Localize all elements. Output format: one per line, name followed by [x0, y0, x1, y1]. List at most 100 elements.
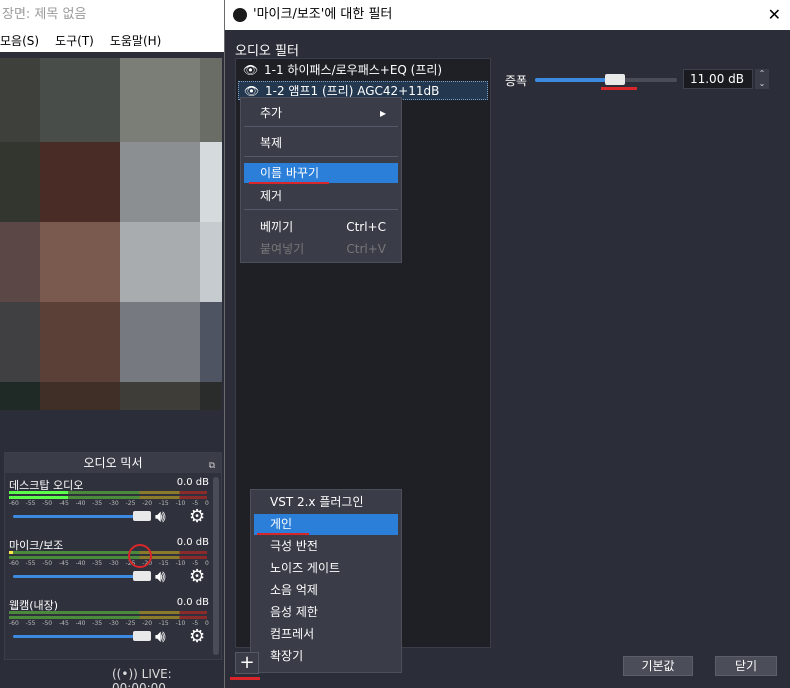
annotation-underline — [249, 182, 329, 184]
add-noise-gate[interactable]: 노이즈 게이트 — [254, 558, 398, 579]
meter-bar-left — [9, 611, 207, 614]
meter-scale: -60 -55 -50 -45 -40 -35 -30 -25 -20 -15 … — [9, 560, 209, 567]
annotation-underline — [257, 533, 309, 535]
add-filter-menu: VST 2.x 플러그인 게인 극성 반전 노이즈 게이트 소음 억제 음성 제… — [250, 489, 402, 673]
scale-tick: -30 — [108, 620, 119, 627]
speaker-icon[interactable]: 🔊︎ — [155, 627, 166, 647]
context-copy[interactable]: 베끼기 Ctrl+C — [244, 217, 398, 237]
scale-tick: -60 — [9, 500, 19, 507]
filter-dialog: '마이크/보조'에 대한 필터 ✕ 오디오 필터 👁︎ 1-1 하이패스/로우패… — [224, 0, 790, 688]
volume-slider-handle[interactable] — [133, 631, 151, 641]
chevron-up-icon[interactable]: ⌃ — [755, 69, 769, 79]
scale-tick: -35 — [92, 620, 103, 627]
scale-tick: -45 — [58, 560, 69, 567]
preview-block — [40, 302, 120, 382]
meter-fill — [9, 491, 69, 494]
filter-list[interactable]: 👁︎ 1-1 하이패스/로우패스+EQ (프리) 👁︎ 1-2 앰프1 (프리)… — [235, 58, 491, 673]
preview-block — [200, 142, 222, 222]
context-paste: 붙여넣기 Ctrl+V — [244, 239, 398, 259]
audio-mixer-dock: 오디오 믹서 ⧉ 데스크탑 오디오 0.0 dB -60 -55 -50 -45… — [4, 452, 222, 660]
menu-scene-collection[interactable]: 모음(S) — [0, 30, 47, 52]
gear-icon[interactable]: ⚙ — [189, 626, 205, 647]
gear-icon[interactable]: ⚙ — [189, 506, 205, 527]
volume-slider[interactable] — [13, 575, 151, 578]
add-invert-polarity[interactable]: 극성 반전 — [254, 536, 398, 557]
preview-block — [0, 222, 40, 302]
add-noise-suppression[interactable]: 소음 억제 — [254, 580, 398, 601]
speaker-icon[interactable]: 🔊︎ — [155, 507, 166, 527]
meter-bar-left — [9, 551, 207, 554]
meter-fill — [9, 496, 69, 499]
close-button[interactable]: 닫기 — [715, 656, 777, 676]
scale-tick: 0 — [205, 620, 209, 627]
context-paste-shortcut: Ctrl+V — [346, 242, 386, 256]
volume-meter — [9, 491, 207, 499]
preview-block — [120, 58, 200, 142]
audio-mixer-title: 오디오 믹서 — [83, 456, 143, 470]
undock-icon[interactable]: ⧉ — [209, 456, 215, 476]
menu-tools[interactable]: 도구(T) — [55, 30, 102, 52]
add-limiter[interactable]: 음성 제한 — [254, 602, 398, 623]
meter-bar-right — [9, 556, 207, 559]
add-gain[interactable]: 게인 — [254, 514, 398, 535]
filter-item-label: 1-2 앰프1 (프리) AGC42+11dB — [265, 84, 440, 98]
preview-block — [200, 222, 222, 302]
filter-item-label: 1-1 하이패스/로우패스+EQ (프리) — [264, 63, 443, 77]
mixer-track-mic-aux: 마이크/보조 0.0 dB -60 -55 -50 -45 -40 -35 -3… — [9, 537, 211, 593]
scale-tick: -10 — [175, 500, 186, 507]
preview-block — [40, 58, 120, 142]
mixer-scrollbar[interactable] — [213, 477, 219, 655]
scale-tick: -55 — [25, 620, 36, 627]
add-vst-plugin[interactable]: VST 2.x 플러그인 — [254, 492, 398, 513]
mixer-track-webcam: 웹캠(내장) 0.0 dB -60 -55 -50 -45 -40 -35 -3… — [9, 597, 211, 653]
scale-tick: -10 — [175, 620, 186, 627]
context-duplicate[interactable]: 복제 — [244, 133, 398, 153]
menu-help[interactable]: 도움말(H) — [110, 30, 170, 52]
volume-slider[interactable] — [13, 515, 151, 518]
eye-icon[interactable]: 👁︎ — [243, 61, 258, 80]
chevron-down-icon[interactable]: ⌄ — [755, 79, 769, 89]
context-add[interactable]: 추가 ▸ — [244, 103, 398, 123]
scale-tick: -50 — [42, 500, 53, 507]
add-filter-button[interactable]: + — [235, 652, 259, 674]
volume-slider[interactable] — [13, 635, 151, 638]
preview-block — [40, 382, 120, 410]
meter-bar-left — [9, 491, 207, 494]
preview-canvas[interactable] — [0, 58, 222, 410]
plus-icon: + — [239, 652, 255, 673]
preview-block — [120, 142, 200, 222]
scale-tick: -10 — [175, 560, 186, 567]
context-paste-label: 붙여넣기 — [260, 242, 305, 256]
gain-spinner[interactable]: ⌃ ⌄ — [755, 69, 769, 89]
gear-icon[interactable]: ⚙ — [189, 566, 205, 587]
scale-tick: -15 — [158, 560, 169, 567]
scale-tick: -20 — [142, 500, 153, 507]
add-expander[interactable]: 확장기 — [254, 646, 398, 667]
close-icon[interactable]: ✕ — [768, 0, 781, 30]
preview-block — [120, 222, 200, 302]
defaults-button[interactable]: 기본값 — [623, 656, 693, 676]
gain-slider-handle[interactable] — [605, 74, 625, 85]
volume-meter — [9, 551, 207, 559]
scale-tick: -50 — [42, 560, 53, 567]
annotation-circle — [128, 544, 152, 568]
context-remove[interactable]: 제거 — [244, 186, 398, 206]
obs-logo-icon — [233, 8, 247, 22]
volume-slider-handle[interactable] — [133, 511, 151, 521]
gain-value-input[interactable]: 11.00 dB — [683, 69, 753, 89]
filter-item[interactable]: 👁︎ 1-1 하이패스/로우패스+EQ (프리) — [238, 61, 488, 80]
context-rename[interactable]: 이름 바꾸기 — [244, 163, 398, 183]
meter-bar-right — [9, 496, 207, 499]
volume-slider-handle[interactable] — [133, 571, 151, 581]
add-compressor[interactable]: 컴프레서 — [254, 624, 398, 645]
meter-scale: -60 -55 -50 -45 -40 -35 -30 -25 -20 -15 … — [9, 500, 209, 507]
speaker-icon[interactable]: 🔊︎ — [155, 567, 166, 587]
track-db: 0.0 dB — [176, 477, 209, 488]
mixer-track-desktop-audio: 데스크탑 오디오 0.0 dB -60 -55 -50 -45 -40 -35 … — [9, 477, 211, 533]
scale-tick: -30 — [108, 500, 119, 507]
scale-tick: -35 — [92, 500, 103, 507]
scale-tick: -25 — [125, 500, 136, 507]
context-copy-shortcut: Ctrl+C — [346, 220, 386, 234]
preview-block — [0, 382, 40, 410]
meter-fill — [9, 551, 13, 554]
